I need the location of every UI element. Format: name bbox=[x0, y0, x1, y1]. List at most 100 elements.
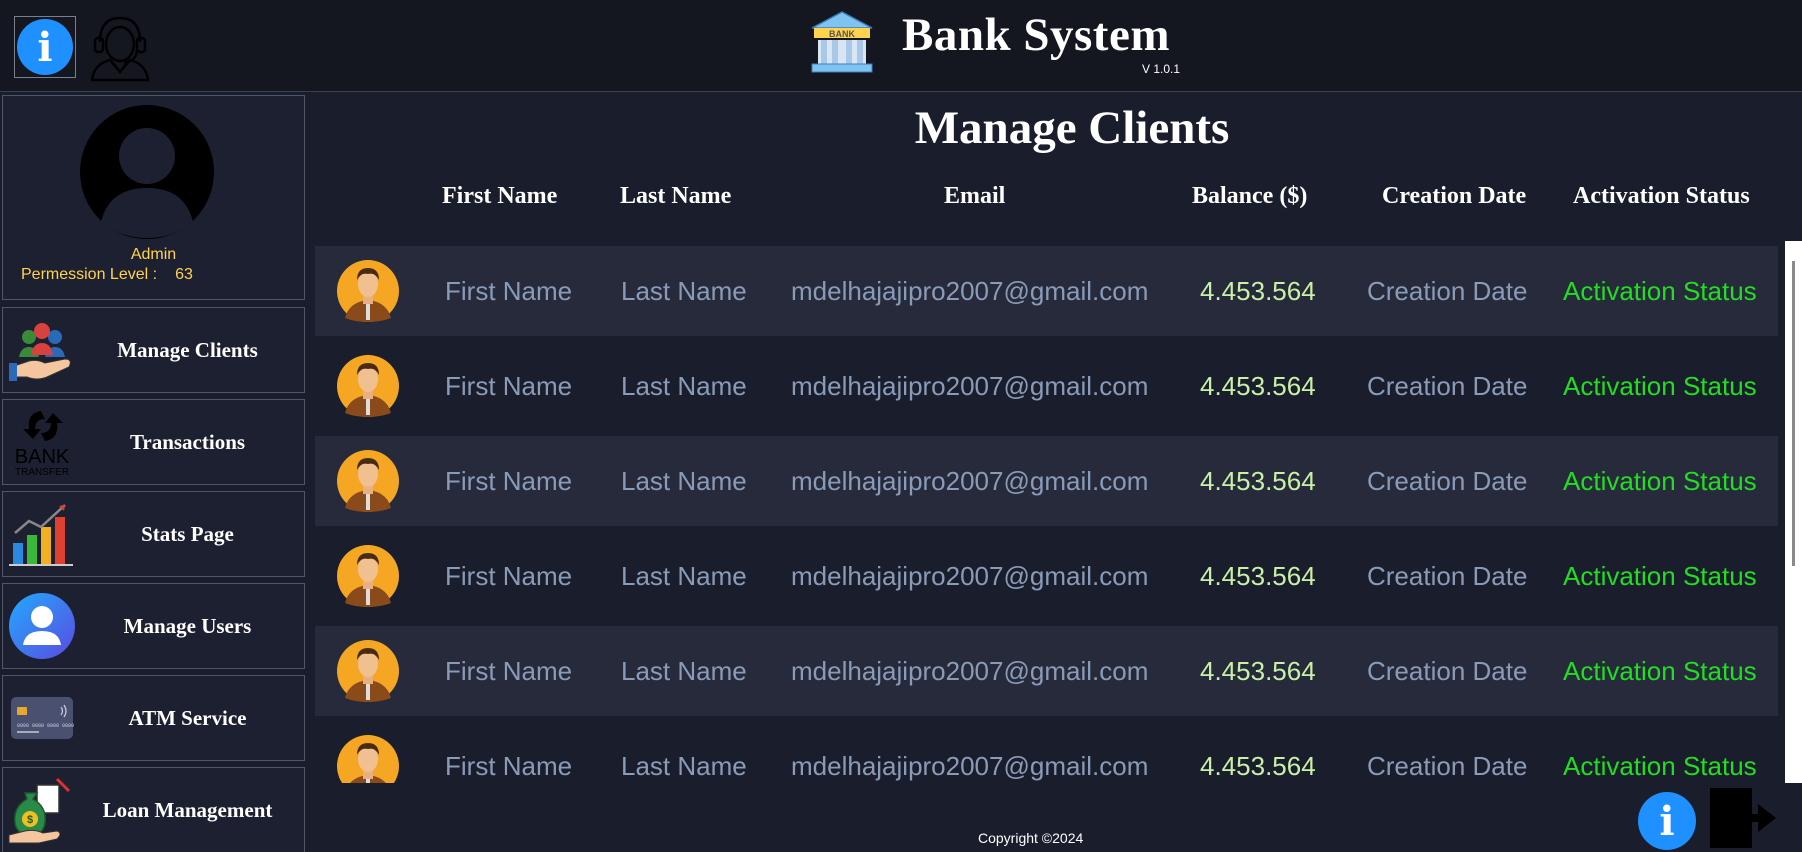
info-button-bottom[interactable]: i bbox=[1638, 792, 1696, 850]
cell-email: mdelhajajipro2007@gmail.com bbox=[791, 371, 1149, 401]
profile-avatar-icon bbox=[80, 105, 214, 239]
cell-creation-date: Creation Date bbox=[1367, 751, 1528, 781]
bar-chart-icon bbox=[9, 504, 73, 566]
client-avatar-icon bbox=[337, 450, 399, 512]
client-avatar-icon bbox=[337, 545, 399, 607]
credit-card-icon: 0000 0000 0000 0000 bbox=[11, 697, 74, 739]
sidebar-item-label: Transactions bbox=[129, 429, 246, 454]
cell-activation-status: Activation Status bbox=[1563, 561, 1757, 591]
cell-creation-date: Creation Date bbox=[1367, 276, 1528, 306]
cell-email: mdelhajajipro2007@gmail.com bbox=[791, 751, 1149, 781]
cell-balance: 4.453.564 bbox=[1200, 466, 1316, 496]
info-button[interactable]: i bbox=[14, 16, 76, 78]
permission-label: Permession Level : bbox=[21, 266, 158, 283]
sidebar-item-transactions[interactable]: BANK TRANSFER Transactions bbox=[2, 399, 305, 485]
cell-first-name: First Name bbox=[445, 656, 573, 686]
svg-text:BANK: BANK bbox=[15, 446, 70, 468]
svg-text:TRANSFER: TRANSFER bbox=[15, 467, 69, 477]
money-bag-icon: $ bbox=[8, 777, 71, 844]
svg-text:$: $ bbox=[27, 814, 33, 826]
cell-activation-status: Activation Status bbox=[1563, 276, 1757, 306]
client-avatar-icon bbox=[337, 260, 399, 322]
column-header-email[interactable]: Email bbox=[944, 183, 1005, 210]
client-avatar-icon bbox=[337, 735, 399, 783]
client-avatar-icon bbox=[337, 640, 399, 702]
bank-transfer-icon: BANK TRANSFER bbox=[15, 411, 70, 477]
sidebar-item-manage-users[interactable]: Manage Users bbox=[2, 583, 305, 669]
user-icon bbox=[9, 593, 75, 659]
table-scrollbar[interactable] bbox=[1785, 241, 1802, 783]
table-row[interactable]: First Name Last Name mdelhajajipro2007@gma… bbox=[315, 721, 1778, 783]
logout-icon[interactable] bbox=[1706, 786, 1780, 850]
cell-balance: 4.453.564 bbox=[1200, 276, 1316, 306]
cell-first-name: First Name bbox=[445, 751, 573, 781]
cell-email: mdelhajajipro2007@gmail.com bbox=[791, 466, 1149, 496]
column-header-first-name[interactable]: First Name bbox=[442, 183, 557, 210]
cell-creation-date: Creation Date bbox=[1367, 371, 1528, 401]
sidebar-item-label: Stats Page bbox=[141, 521, 234, 546]
support-agent-icon[interactable] bbox=[86, 12, 154, 82]
cell-creation-date: Creation Date bbox=[1367, 466, 1528, 496]
scrollbar-thumb[interactable] bbox=[1792, 261, 1795, 566]
cell-email: mdelhajajipro2007@gmail.com bbox=[791, 656, 1149, 686]
copyright-text: Copyright ©2024 bbox=[978, 830, 1084, 846]
table-row[interactable]: First Name Last Name mdelhajajipro2007@gma… bbox=[315, 436, 1778, 526]
svg-text:BANK: BANK bbox=[829, 29, 855, 39]
column-header-balance[interactable]: Balance ($) bbox=[1192, 183, 1307, 210]
cell-activation-status: Activation Status bbox=[1563, 466, 1757, 496]
cell-last-name: Last Name bbox=[621, 751, 747, 781]
sidebar-item-label: Loan Management bbox=[102, 797, 273, 822]
sidebar-item-label: Manage Clients bbox=[117, 337, 258, 362]
profile-card: Admin Permession Level : 63 bbox=[2, 95, 305, 300]
cell-last-name: Last Name bbox=[621, 656, 747, 686]
table-row[interactable]: First Name Last Name mdelhajajipro2007@gma… bbox=[315, 531, 1778, 621]
sidebar-item-loan-management[interactable]: $ Loan Management bbox=[2, 767, 305, 852]
cell-balance: 4.453.564 bbox=[1200, 371, 1316, 401]
cell-first-name: First Name bbox=[445, 371, 573, 401]
client-avatar-icon bbox=[337, 355, 399, 417]
cell-balance: 4.453.564 bbox=[1200, 751, 1316, 781]
cell-balance: 4.453.564 bbox=[1200, 561, 1316, 591]
sidebar-item-manage-clients[interactable]: Manage Clients bbox=[2, 307, 305, 393]
column-header-activation-status[interactable]: Activation Status bbox=[1573, 183, 1750, 210]
cell-activation-status: Activation Status bbox=[1563, 751, 1757, 781]
app-header: i BANK Bank System V 1.0.1 bbox=[0, 0, 1802, 92]
cell-creation-date: Creation Date bbox=[1367, 561, 1528, 591]
clients-table-body: First Name Last Name mdelhajajipro2007@gma… bbox=[315, 246, 1783, 783]
cell-first-name: First Name bbox=[445, 466, 573, 496]
column-header-last-name[interactable]: Last Name bbox=[620, 183, 731, 210]
table-header: First Name Last Name Email Balance ($) C… bbox=[310, 165, 1790, 225]
sidebar: Admin Permession Level : 63 Manage Client… bbox=[0, 93, 308, 852]
cell-last-name: Last Name bbox=[621, 561, 747, 591]
page-title: Manage Clients bbox=[914, 102, 1230, 154]
cell-activation-status: Activation Status bbox=[1563, 656, 1757, 686]
clients-hand-icon bbox=[9, 323, 71, 381]
cell-first-name: First Name bbox=[445, 561, 573, 591]
cell-balance: 4.453.564 bbox=[1200, 656, 1316, 686]
column-header-creation-date[interactable]: Creation Date bbox=[1382, 183, 1526, 210]
app-version: V 1.0.1 bbox=[1142, 62, 1181, 76]
cell-creation-date: Creation Date bbox=[1367, 656, 1528, 686]
info-icon: i bbox=[1659, 797, 1675, 845]
table-row[interactable]: First Name Last Name mdelhajajipro2007@gma… bbox=[315, 246, 1778, 336]
cell-first-name: First Name bbox=[445, 276, 573, 306]
cell-last-name: Last Name bbox=[621, 371, 747, 401]
permission-level: Permession Level : 63 bbox=[21, 266, 193, 284]
info-icon: i bbox=[17, 19, 73, 75]
cell-email: mdelhajajipro2007@gmail.com bbox=[791, 561, 1149, 591]
cell-last-name: Last Name bbox=[621, 276, 747, 306]
svg-text:0000 0000 0000 0000: 0000 0000 0000 0000 bbox=[17, 723, 74, 729]
user-role: Admin bbox=[130, 246, 177, 263]
table-row[interactable]: First Name Last Name mdelhajajipro2007@gma… bbox=[315, 341, 1778, 431]
sidebar-item-label: ATM Service bbox=[128, 705, 247, 730]
cell-activation-status: Activation Status bbox=[1563, 371, 1757, 401]
permission-value: 63 bbox=[175, 266, 193, 283]
sidebar-item-label: Manage Users bbox=[123, 613, 252, 638]
sidebar-item-stats-page[interactable]: Stats Page bbox=[2, 491, 305, 577]
app-title: Bank System bbox=[902, 9, 1170, 61]
bank-building-icon: BANK bbox=[811, 11, 873, 73]
table-row[interactable]: First Name Last Name mdelhajajipro2007@gma… bbox=[315, 626, 1778, 716]
cell-email: mdelhajajipro2007@gmail.com bbox=[791, 276, 1149, 306]
cell-last-name: Last Name bbox=[621, 466, 747, 496]
sidebar-item-atm-service[interactable]: 0000 0000 0000 0000 ATM Service bbox=[2, 675, 305, 761]
